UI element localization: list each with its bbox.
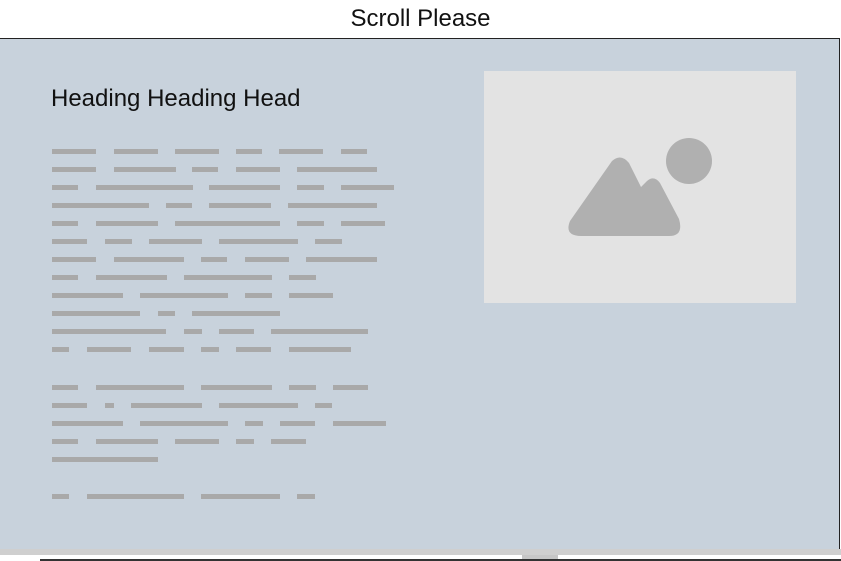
page-title: Scroll Please [350,5,491,32]
scroll-container[interactable]: Heading Heading Heading [0,38,840,551]
image-placeholder [484,71,796,303]
content-heading: Heading Heading Heading [51,85,299,112]
scrollbar-track[interactable] [0,549,841,555]
image-placeholder-icon [568,138,712,236]
horizontal-scrollbar[interactable] [0,549,841,561]
